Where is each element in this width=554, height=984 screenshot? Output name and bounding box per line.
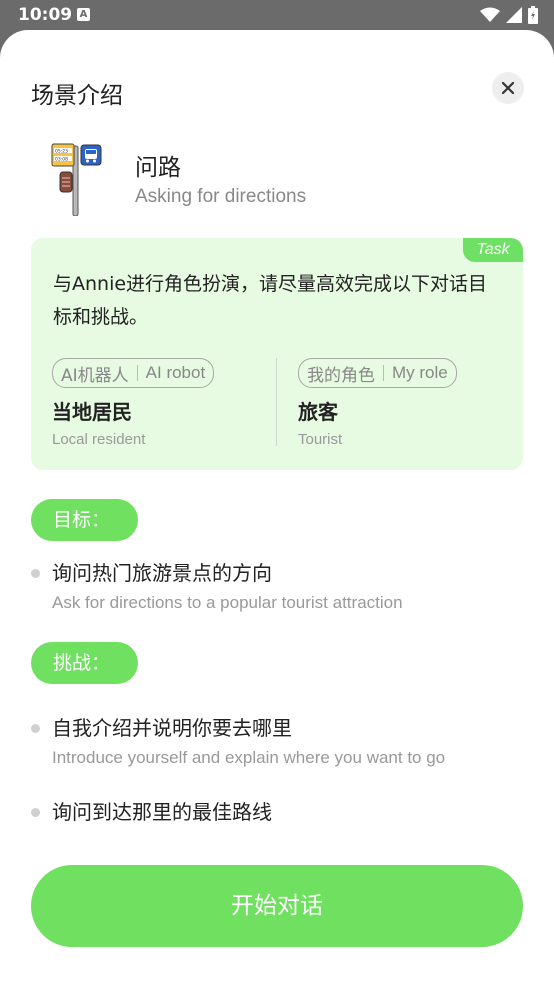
pill-separator bbox=[383, 365, 384, 381]
wifi-icon bbox=[480, 7, 500, 22]
bullet-dot bbox=[31, 569, 40, 578]
task-card: Task 与Annie进行角色扮演，请尽量高效完成以下对话目标和挑战。 AI机器… bbox=[31, 238, 523, 470]
start-conversation-button[interactable]: 开始对话 bbox=[31, 865, 523, 947]
notification-a-icon: A bbox=[77, 8, 90, 21]
ai-role-name: 当地居民 bbox=[52, 400, 132, 424]
challenge-item-cn: 询问到达那里的最佳路线 bbox=[52, 800, 272, 824]
my-role-name: 旅客 bbox=[298, 400, 338, 424]
bullet-dot bbox=[31, 808, 40, 817]
scene-title: 问路 bbox=[135, 155, 181, 181]
my-role-pill: 我的角色 My role bbox=[298, 358, 457, 388]
scene-intro-sheet: 场景介绍 05:23 03:08 问路 Asking for direction… bbox=[0, 30, 554, 984]
ai-role-pill-en: AI robot bbox=[145, 363, 206, 382]
bus-stop-icon: 05:23 03:08 bbox=[51, 143, 102, 216]
goal-item-cn: 询问热门旅游景点的方向 bbox=[52, 561, 272, 585]
close-icon bbox=[501, 81, 515, 95]
challenge-label: 挑战： bbox=[31, 642, 138, 684]
role-divider bbox=[276, 358, 277, 446]
close-button[interactable] bbox=[492, 72, 524, 104]
sheet-title: 场景介绍 bbox=[31, 83, 123, 109]
status-time: 10:09 bbox=[18, 5, 73, 25]
my-role-pill-cn: 我的角色 bbox=[307, 365, 375, 386]
goal-item-en: Ask for directions to a popular tourist … bbox=[52, 593, 403, 612]
pill-separator bbox=[136, 365, 138, 381]
ai-role-pill-cn: AI机器人 bbox=[61, 365, 129, 386]
signal-icon bbox=[506, 7, 522, 23]
sign-time-1: 05:23 bbox=[55, 149, 68, 155]
battery-icon bbox=[528, 6, 538, 24]
status-icons bbox=[480, 6, 538, 24]
challenge-item-en: Introduce yourself and explain where you… bbox=[52, 748, 446, 767]
ai-role-block: AI机器人 AI robot 当地居民 Local resident bbox=[52, 358, 215, 448]
ai-role-pill: AI机器人 AI robot bbox=[52, 358, 215, 388]
goal-label: 目标： bbox=[31, 499, 138, 541]
challenge-item-cn: 自我介绍并说明你要去哪里 bbox=[52, 716, 292, 740]
scene-subtitle: Asking for directions bbox=[135, 186, 307, 207]
my-role-pill-en: My role bbox=[392, 363, 448, 382]
task-description: 与Annie进行角色扮演，请尽量高效完成以下对话目标和挑战。 bbox=[53, 273, 488, 328]
my-role-block: 我的角色 My role 旅客 Tourist bbox=[298, 358, 457, 448]
status-bar: 10:09 A bbox=[0, 0, 554, 30]
sign-time-2: 03:08 bbox=[55, 157, 68, 163]
task-badge: Task bbox=[463, 238, 523, 262]
my-role-name-en: Tourist bbox=[298, 431, 343, 448]
bullet-dot bbox=[31, 724, 40, 733]
ai-role-name-en: Local resident bbox=[52, 431, 146, 448]
